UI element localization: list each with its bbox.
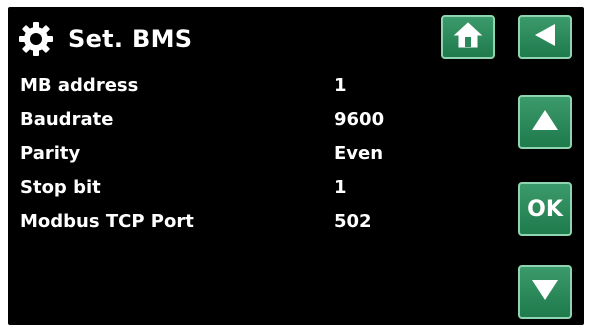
setting-label: MB address — [20, 75, 139, 96]
up-arrow-icon — [530, 108, 560, 136]
back-button[interactable] — [518, 15, 572, 59]
setting-row-baudrate[interactable]: Baudrate 9600 — [20, 109, 440, 139]
gear-icon — [18, 21, 54, 57]
header: Set. BMS — [8, 7, 584, 69]
bms-screen: Set. BMS MB address 1 Baudrate 9600 Pari… — [8, 7, 584, 325]
setting-row-mb-address[interactable]: MB address 1 — [20, 75, 440, 105]
setting-label: Stop bit — [20, 177, 101, 198]
home-button[interactable] — [441, 15, 495, 59]
setting-value: 502 — [334, 211, 372, 232]
back-arrow-icon — [533, 22, 557, 52]
setting-value: 1 — [334, 75, 347, 96]
setting-value: 9600 — [334, 109, 385, 130]
down-arrow-icon — [530, 278, 560, 306]
setting-label: Baudrate — [20, 109, 114, 130]
setting-value: Even — [334, 143, 384, 164]
setting-label: Parity — [20, 143, 81, 164]
page-title: Set. BMS — [68, 25, 193, 53]
ok-button[interactable]: OK — [518, 182, 572, 236]
scroll-up-button[interactable] — [518, 95, 572, 149]
setting-row-parity[interactable]: Parity Even — [20, 143, 440, 173]
home-icon — [453, 21, 483, 53]
setting-label: Modbus TCP Port — [20, 211, 194, 232]
setting-row-stop-bit[interactable]: Stop bit 1 — [20, 177, 440, 207]
setting-value: 1 — [334, 177, 347, 198]
setting-row-modbus-tcp-port[interactable]: Modbus TCP Port 502 — [20, 211, 440, 241]
scroll-down-button[interactable] — [518, 265, 572, 319]
